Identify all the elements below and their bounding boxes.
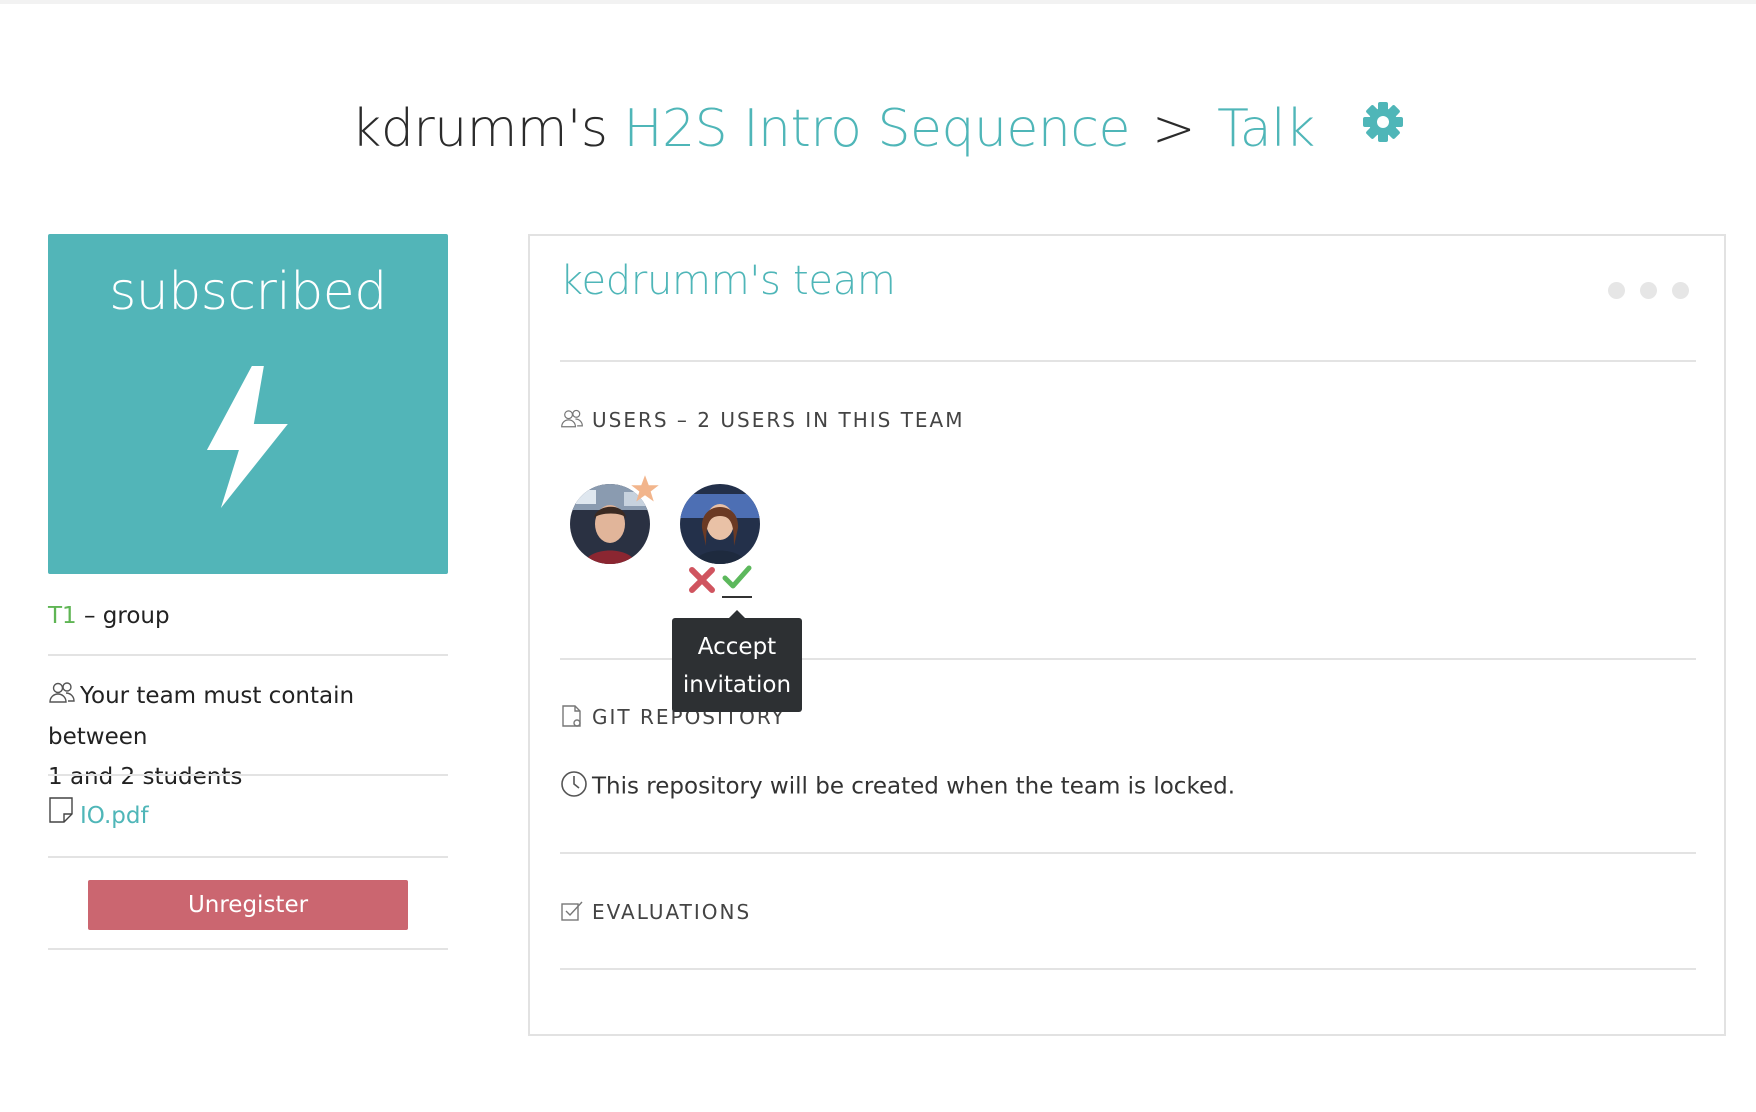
evaluations-heading-text: EVALUATIONS — [592, 900, 752, 924]
users-heading: USERS – 2 USERS IN THIS TEAM — [560, 408, 965, 434]
file-icon — [48, 796, 76, 837]
gear-icon[interactable] — [1361, 94, 1405, 160]
repo-status: This repository will be created when the… — [560, 770, 1235, 804]
reject-icon[interactable] — [688, 566, 716, 598]
checkbox-icon — [560, 900, 584, 927]
unregister-button[interactable]: Unregister — [88, 880, 408, 930]
more-options-icon[interactable] — [1608, 282, 1704, 303]
team-rule-line1: Your team must contain between — [48, 683, 355, 750]
divider — [48, 654, 448, 656]
tooltip-line2: invitation — [682, 672, 792, 698]
title-owner: kdrumm's — [351, 99, 608, 159]
bolt-icon — [198, 362, 298, 516]
divider — [560, 360, 1696, 362]
repo-status-text: This repository will be created when the… — [592, 773, 1236, 800]
top-border — [0, 0, 1756, 4]
users-icon — [560, 409, 584, 434]
divider — [48, 948, 448, 950]
accept-icon[interactable] — [722, 564, 752, 598]
breadcrumb-separator: > — [1151, 99, 1196, 159]
project-link[interactable]: H2S Intro Sequence — [623, 99, 1130, 159]
clock-icon — [560, 770, 588, 804]
group-code: T1 — [48, 603, 77, 629]
divider — [560, 968, 1696, 970]
divider — [48, 774, 448, 776]
divider — [560, 852, 1696, 854]
subscription-status: subscribed — [109, 262, 387, 322]
users-icon — [48, 677, 76, 717]
evaluations-heading: EVALUATIONS — [560, 900, 751, 927]
attachment-link[interactable]: IO.pdf — [80, 803, 149, 829]
subpage-link[interactable]: Talk — [1217, 99, 1315, 159]
attachment-row: IO.pdf — [48, 796, 448, 837]
group-type: – group — [84, 603, 170, 629]
star-icon — [630, 474, 660, 508]
page-title: kdrumm's H2S Intro Sequence > Talk — [0, 96, 1756, 162]
team-size-rule: Your team must contain between 1 and 2 s… — [48, 676, 448, 797]
team-name: kedrumm's team — [560, 258, 896, 304]
users-heading-text: USERS – 2 USERS IN THIS TEAM — [592, 408, 965, 432]
git-icon — [560, 704, 584, 733]
avatar[interactable] — [680, 484, 760, 564]
divider — [48, 856, 448, 858]
team-rule-line2: 1 and 2 students — [48, 763, 243, 790]
tooltip-line1: Accept — [697, 634, 777, 660]
accept-tooltip: Accept invitation — [672, 610, 802, 712]
group-info: T1 – group — [48, 596, 448, 636]
subscription-card: subscribed — [48, 234, 448, 574]
